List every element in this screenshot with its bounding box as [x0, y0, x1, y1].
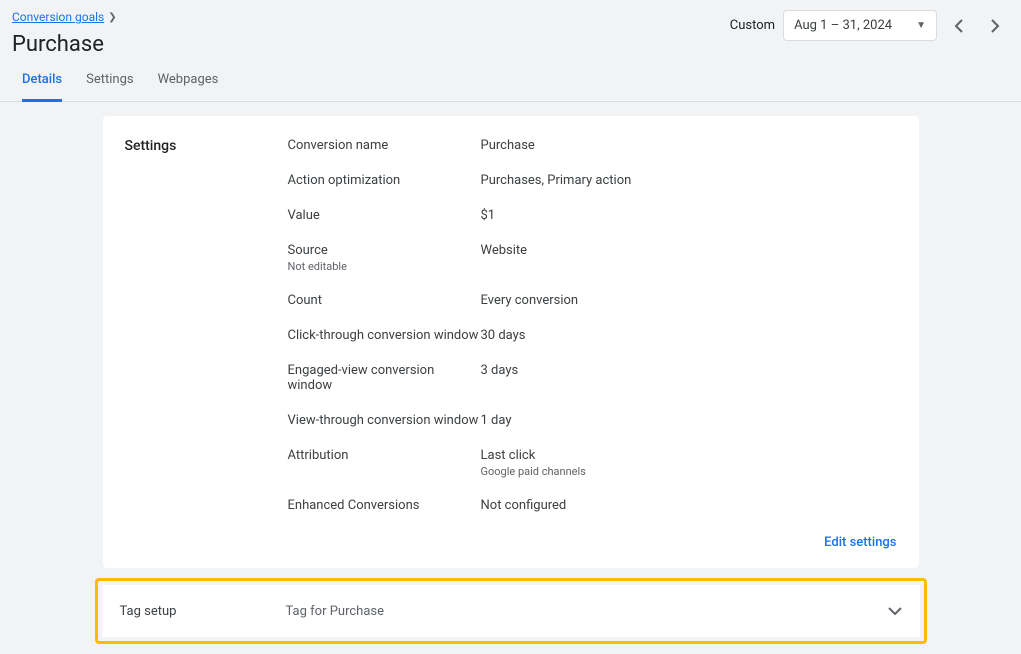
row-engaged-view: Engaged-view conversion window 3 days — [288, 363, 897, 393]
label-enhanced-conversions: Enhanced Conversions — [288, 498, 481, 513]
label-source: Source Not editable — [288, 243, 481, 273]
date-mode-label: Custom — [730, 18, 775, 33]
tab-details[interactable]: Details — [22, 72, 62, 102]
breadcrumb: Conversion goals ❯ — [12, 10, 117, 24]
label-click-through: Click-through conversion window — [288, 328, 481, 343]
dropdown-icon: ▼ — [916, 20, 926, 31]
tag-setup-value: Tag for Purchase — [286, 604, 888, 619]
row-source: Source Not editable Website — [288, 243, 897, 273]
row-value: Value $1 — [288, 208, 897, 223]
value-attribution: Last click Google paid channels — [481, 448, 586, 478]
label-action-optimization: Action optimization — [288, 173, 481, 188]
breadcrumb-link-conversion-goals[interactable]: Conversion goals — [12, 10, 104, 24]
row-view-through: View-through conversion window 1 day — [288, 413, 897, 428]
tab-webpages[interactable]: Webpages — [158, 72, 219, 102]
label-view-through: View-through conversion window — [288, 413, 481, 428]
label-value: Value — [288, 208, 481, 223]
tab-settings[interactable]: Settings — [86, 72, 133, 102]
edit-settings-button[interactable]: Edit settings — [824, 535, 896, 550]
next-period-button[interactable] — [981, 12, 1009, 40]
tag-setup-highlight: Tag setup Tag for Purchase — [95, 578, 927, 644]
row-enhanced-conversions: Enhanced Conversions Not configured — [288, 498, 897, 513]
prev-period-button[interactable] — [945, 12, 973, 40]
page-title: Purchase — [12, 32, 117, 57]
value-view-through: 1 day — [481, 413, 512, 428]
tabs: Details Settings Webpages — [0, 57, 1021, 102]
label-engaged-view: Engaged-view conversion window — [288, 363, 481, 393]
value-source: Website — [481, 243, 528, 273]
label-attribution: Attribution — [288, 448, 481, 478]
chevron-left-icon — [954, 19, 964, 33]
chevron-right-icon — [990, 19, 1000, 33]
date-range-picker[interactable]: Aug 1 – 31, 2024 ▼ — [783, 10, 937, 41]
label-count: Count — [288, 293, 481, 308]
value-engaged-view: 3 days — [481, 363, 519, 393]
label-conversion-name: Conversion name — [288, 138, 481, 153]
value-conversion-name: Purchase — [481, 138, 535, 153]
tag-setup-label: Tag setup — [120, 604, 286, 619]
section-title-settings: Settings — [125, 138, 288, 513]
value-value: $1 — [481, 208, 496, 223]
row-conversion-name: Conversion name Purchase — [288, 138, 897, 153]
value-enhanced-conversions: Not configured — [481, 498, 567, 513]
date-range-text: Aug 1 – 31, 2024 — [794, 18, 892, 33]
value-click-through: 30 days — [481, 328, 526, 343]
chevron-right-icon: ❯ — [108, 12, 116, 23]
value-attribution-sub: Google paid channels — [481, 465, 586, 478]
value-action-optimization: Purchases, Primary action — [481, 173, 632, 188]
label-source-sub: Not editable — [288, 260, 481, 273]
value-count: Every conversion — [481, 293, 579, 308]
date-controls: Custom Aug 1 – 31, 2024 ▼ — [730, 10, 1009, 41]
settings-card: Settings Conversion name Purchase Action… — [103, 116, 919, 568]
row-attribution: Attribution Last click Google paid chann… — [288, 448, 897, 478]
row-click-through: Click-through conversion window 30 days — [288, 328, 897, 343]
chevron-down-icon — [888, 603, 902, 619]
row-action-optimization: Action optimization Purchases, Primary a… — [288, 173, 897, 188]
row-count: Count Every conversion — [288, 293, 897, 308]
tag-setup-expander[interactable]: Tag setup Tag for Purchase — [102, 585, 920, 637]
